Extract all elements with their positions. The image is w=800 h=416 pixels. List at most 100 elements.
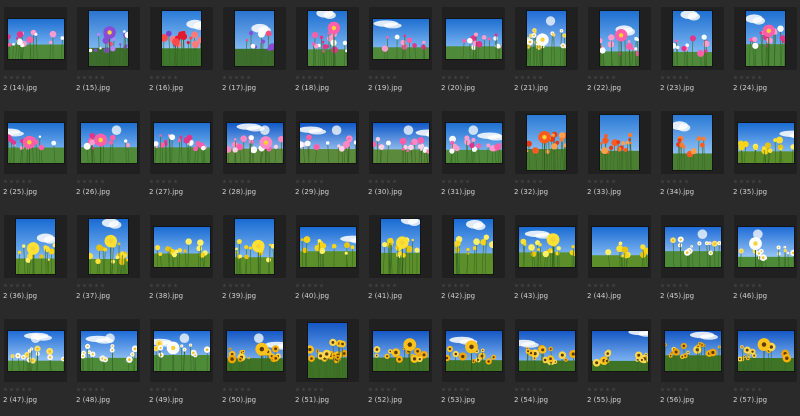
star-icon[interactable] [368,387,373,392]
star-icon[interactable] [27,75,32,80]
thumbnail-item[interactable]: 2 (34).jpg [658,108,730,208]
thumbnail-item[interactable]: 2 (44).jpg [585,212,657,312]
thumbnail-image[interactable] [154,123,210,163]
rating-stars[interactable] [587,283,616,289]
star-icon[interactable] [514,387,519,392]
thumbnail-image[interactable] [308,323,347,378]
rating-stars[interactable] [733,387,762,393]
star-icon[interactable] [234,75,239,80]
star-icon[interactable] [301,283,306,288]
star-icon[interactable] [240,387,245,392]
thumbnail-frame[interactable] [150,111,213,174]
star-icon[interactable] [465,75,470,80]
star-icon[interactable] [173,179,178,184]
thumbnail-item[interactable]: 2 (23).jpg [658,4,730,104]
star-icon[interactable] [246,179,251,184]
star-icon[interactable] [94,75,99,80]
star-icon[interactable] [526,387,531,392]
star-icon[interactable] [526,179,531,184]
rating-stars[interactable] [3,387,32,393]
star-icon[interactable] [593,387,598,392]
star-icon[interactable] [459,283,464,288]
thumbnail-frame[interactable] [369,111,432,174]
thumbnail-frame[interactable] [4,111,67,174]
rating-stars[interactable] [295,179,324,185]
thumbnail-frame[interactable] [77,215,140,278]
star-icon[interactable] [587,75,592,80]
star-icon[interactable] [684,387,689,392]
rating-stars[interactable] [733,75,762,81]
star-icon[interactable] [441,283,446,288]
star-icon[interactable] [155,387,160,392]
star-icon[interactable] [374,179,379,184]
star-icon[interactable] [228,75,233,80]
thumbnail-item[interactable]: 2 (39).jpg [220,212,292,312]
thumbnail-item[interactable]: 2 (52).jpg [366,316,438,416]
star-icon[interactable] [319,387,324,392]
thumbnail-image[interactable] [8,123,64,163]
star-icon[interactable] [380,283,385,288]
star-icon[interactable] [222,75,227,80]
thumbnail-item[interactable]: 2 (40).jpg [293,212,365,312]
star-icon[interactable] [9,75,14,80]
rating-stars[interactable] [368,387,397,393]
star-icon[interactable] [301,179,306,184]
star-icon[interactable] [453,75,458,80]
star-icon[interactable] [459,387,464,392]
star-icon[interactable] [465,283,470,288]
star-icon[interactable] [532,179,537,184]
thumbnail-frame[interactable] [77,319,140,382]
star-icon[interactable] [27,387,32,392]
thumbnail-image[interactable] [373,331,429,371]
thumbnail-frame[interactable] [515,111,578,174]
star-icon[interactable] [380,387,385,392]
star-icon[interactable] [240,75,245,80]
thumbnail-image[interactable] [738,123,794,163]
star-icon[interactable] [149,387,154,392]
rating-stars[interactable] [514,179,543,185]
star-icon[interactable] [532,283,537,288]
thumbnail-frame[interactable] [369,319,432,382]
star-icon[interactable] [246,387,251,392]
star-icon[interactable] [684,179,689,184]
star-icon[interactable] [222,179,227,184]
thumbnail-frame[interactable] [223,7,286,70]
star-icon[interactable] [666,179,671,184]
rating-stars[interactable] [3,283,32,289]
star-icon[interactable] [228,283,233,288]
thumbnail-image[interactable] [381,219,420,274]
star-icon[interactable] [173,387,178,392]
thumbnail-frame[interactable] [661,7,724,70]
star-icon[interactable] [733,179,738,184]
rating-stars[interactable] [295,387,324,393]
thumbnail-image[interactable] [300,123,356,163]
thumbnail-frame[interactable] [369,7,432,70]
star-icon[interactable] [380,179,385,184]
star-icon[interactable] [599,179,604,184]
rating-stars[interactable] [660,387,689,393]
star-icon[interactable] [155,75,160,80]
rating-stars[interactable] [441,387,470,393]
star-icon[interactable] [313,283,318,288]
star-icon[interactable] [520,283,525,288]
star-icon[interactable] [392,75,397,80]
star-icon[interactable] [514,75,519,80]
star-icon[interactable] [3,283,8,288]
star-icon[interactable] [739,75,744,80]
thumbnail-frame[interactable] [296,215,359,278]
star-icon[interactable] [76,179,81,184]
star-icon[interactable] [453,283,458,288]
star-icon[interactable] [161,387,166,392]
star-icon[interactable] [173,75,178,80]
thumbnail-item[interactable]: 2 (51).jpg [293,316,365,416]
thumbnail-item[interactable]: 2 (17).jpg [220,4,292,104]
star-icon[interactable] [745,283,750,288]
thumbnail-frame[interactable] [588,7,651,70]
star-icon[interactable] [380,75,385,80]
rating-stars[interactable] [76,387,105,393]
star-icon[interactable] [15,387,20,392]
star-icon[interactable] [532,75,537,80]
star-icon[interactable] [246,75,251,80]
star-icon[interactable] [94,283,99,288]
star-icon[interactable] [94,387,99,392]
